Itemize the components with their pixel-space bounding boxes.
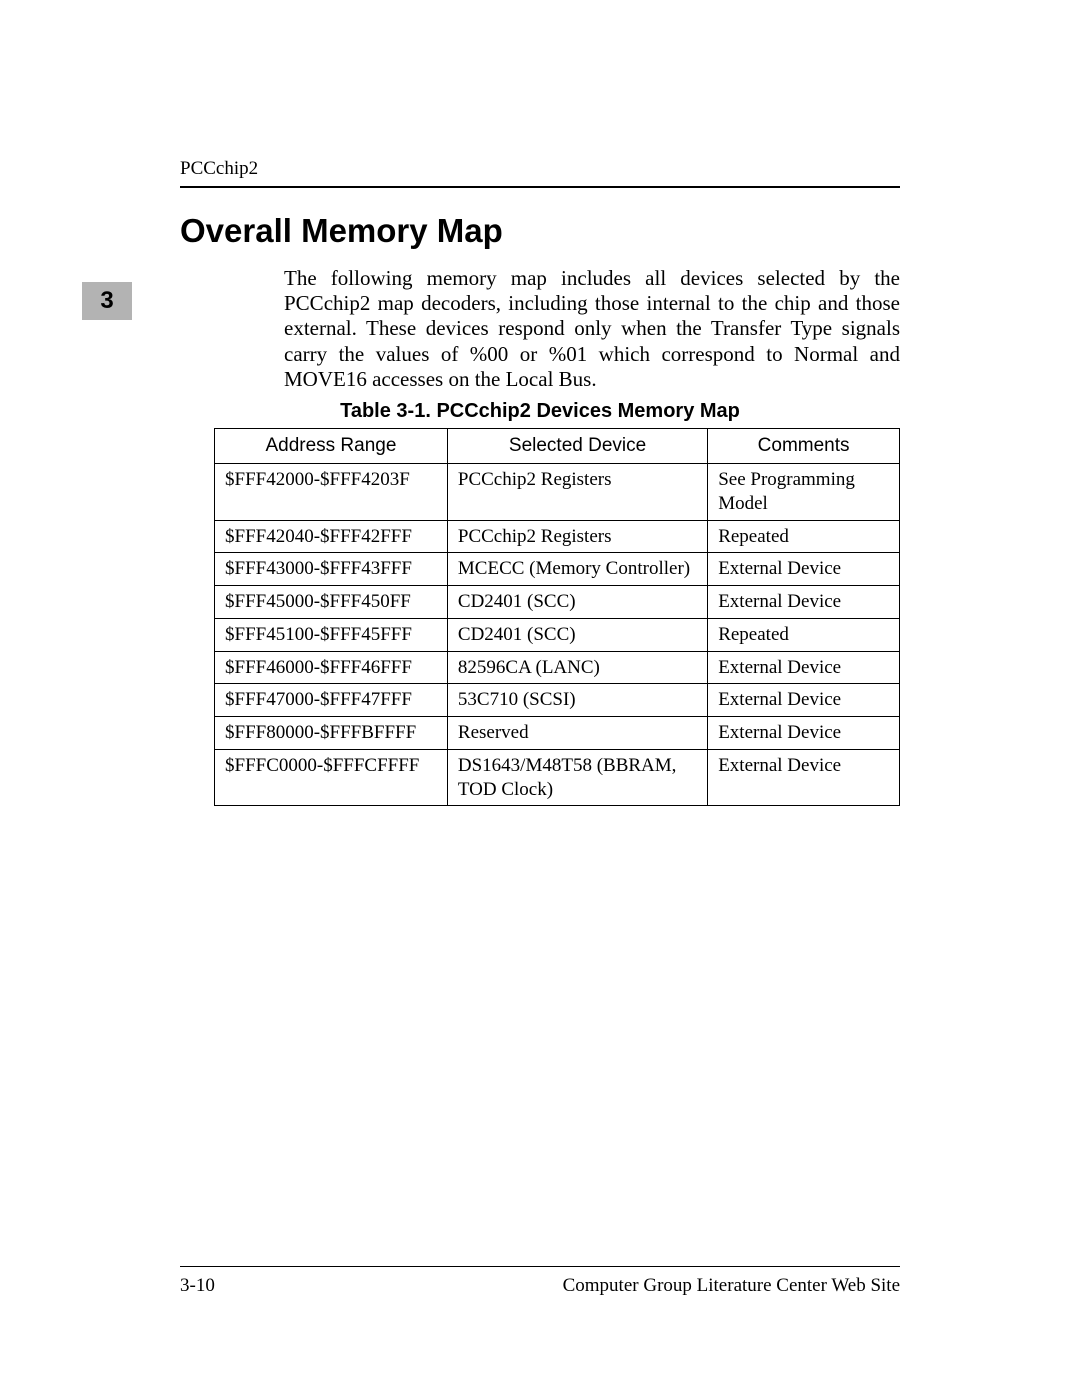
cell-address: $FFF43000-$FFF43FFF [215,553,448,586]
section-intro: The following memory map includes all de… [284,266,900,392]
cell-comments: See Programming Model [708,464,900,521]
table-row: $FFF80000-$FFFBFFFF Reserved External De… [215,717,900,750]
header-rule [180,186,900,188]
th-address: Address Range [215,429,448,464]
table-row: $FFF46000-$FFF46FFF 82596CA (LANC) Exter… [215,651,900,684]
cell-device: CD2401 (SCC) [447,586,707,619]
page-number: 3-10 [180,1275,215,1297]
cell-comments: External Device [708,586,900,619]
cell-address: $FFF46000-$FFF46FFF [215,651,448,684]
table-row: $FFF45100-$FFF45FFF CD2401 (SCC) Repeate… [215,618,900,651]
table-row: $FFF42000-$FFF4203F PCCchip2 Registers S… [215,464,900,521]
cell-address: $FFF80000-$FFFBFFFF [215,717,448,750]
cell-device: MCECC (Memory Controller) [447,553,707,586]
cell-comments: External Device [708,717,900,750]
cell-comments: External Device [708,749,900,806]
cell-device: PCCchip2 Registers [447,520,707,553]
cell-device: Reserved [447,717,707,750]
footer: 3-10 Computer Group Literature Center We… [180,1275,900,1297]
table-caption: Table 3-1. PCCchip2 Devices Memory Map [180,400,900,423]
table-row: $FFFC0000-$FFFCFFFF DS1643/M48T58 (BBRAM… [215,749,900,806]
cell-comments: External Device [708,553,900,586]
cell-comments: External Device [708,684,900,717]
page: PCCchip2 3 Overall Memory Map The follow… [0,0,1080,1397]
cell-device: 82596CA (LANC) [447,651,707,684]
cell-address: $FFF47000-$FFF47FFF [215,684,448,717]
cell-address: $FFF45100-$FFF45FFF [215,618,448,651]
cell-device: DS1643/M48T58 (BBRAM, TOD Clock) [447,749,707,806]
table-header-row: Address Range Selected Device Comments [215,429,900,464]
footer-site: Computer Group Literature Center Web Sit… [563,1275,900,1297]
cell-device: 53C710 (SCSI) [447,684,707,717]
chapter-tab: 3 [82,282,132,320]
running-head: PCCchip2 [180,158,900,180]
cell-address: $FFF42000-$FFF4203F [215,464,448,521]
section-title: Overall Memory Map [180,212,503,250]
th-device: Selected Device [447,429,707,464]
cell-comments: Repeated [708,618,900,651]
table-row: $FFF47000-$FFF47FFF 53C710 (SCSI) Extern… [215,684,900,717]
cell-comments: External Device [708,651,900,684]
th-comments: Comments [708,429,900,464]
memory-map-table-wrap: Address Range Selected Device Comments $… [214,428,900,806]
table-row: $FFF45000-$FFF450FF CD2401 (SCC) Externa… [215,586,900,619]
cell-address: $FFFC0000-$FFFCFFFF [215,749,448,806]
cell-device: PCCchip2 Registers [447,464,707,521]
footer-rule [180,1266,900,1267]
cell-comments: Repeated [708,520,900,553]
cell-device: CD2401 (SCC) [447,618,707,651]
cell-address: $FFF45000-$FFF450FF [215,586,448,619]
cell-address: $FFF42040-$FFF42FFF [215,520,448,553]
memory-map-table: Address Range Selected Device Comments $… [214,428,900,806]
table-row: $FFF42040-$FFF42FFF PCCchip2 Registers R… [215,520,900,553]
table-row: $FFF43000-$FFF43FFF MCECC (Memory Contro… [215,553,900,586]
